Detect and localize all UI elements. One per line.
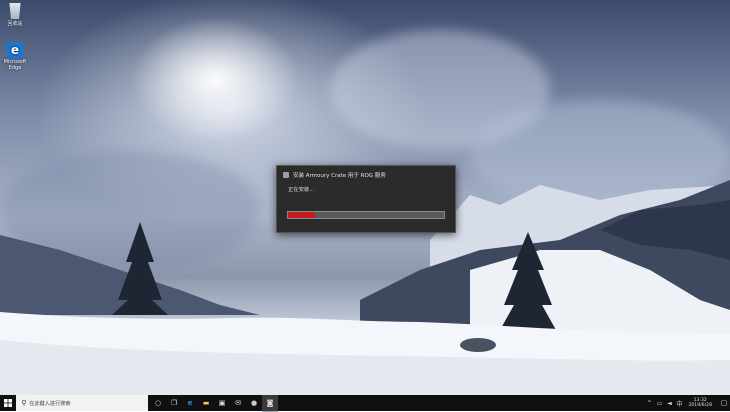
- desktop: 回收站 e Microsoft Edge 安装 Armoury Crate 用于…: [0, 0, 730, 395]
- store-bag-icon: ▣: [218, 399, 226, 407]
- search-icon: ⚲: [21, 399, 27, 407]
- start-button[interactable]: [0, 395, 16, 411]
- install-progress-fill: [288, 212, 315, 218]
- dialog-title: 安装 Armoury Crate 用于 ROG 服务: [293, 173, 386, 179]
- dialog-title-bar: 安装 Armoury Crate 用于 ROG 服务: [283, 169, 386, 181]
- mail-icon: ✉: [235, 399, 241, 407]
- cortana-button[interactable]: ○: [150, 395, 166, 411]
- taskbar-store-button[interactable]: ▣: [214, 395, 230, 411]
- taskbar-app-button[interactable]: ●: [246, 395, 262, 411]
- cortana-circle-icon: ○: [154, 399, 162, 407]
- taskbar-clock[interactable]: 13:32 2019/6/28: [688, 398, 712, 409]
- desktop-icon-label: 回收站: [7, 21, 23, 27]
- edge-icon: e: [187, 399, 193, 407]
- notification-center-icon[interactable]: ▢: [718, 395, 730, 411]
- search-placeholder: 在此键入进行搜索: [29, 400, 71, 407]
- taskbar-search-box[interactable]: ⚲ 在此键入进行搜索: [16, 395, 148, 411]
- desktop-icon-label: Microsoft Edge: [3, 59, 27, 71]
- taskbar-mail-button[interactable]: ✉: [230, 395, 246, 411]
- desktop-icon-recycle-bin[interactable]: 回收站: [0, 3, 30, 27]
- input-method-icon[interactable]: 中: [674, 395, 684, 411]
- taskbar-edge-button[interactable]: e: [182, 395, 198, 411]
- install-status-text: 正在安装...: [288, 187, 315, 193]
- desktop-icon-edge[interactable]: e Microsoft Edge: [0, 42, 30, 71]
- installer-icon: [283, 172, 289, 178]
- taskbar: ⚲ 在此键入进行搜索 ○ ❐ e ▬ ▣ ✉ ● ◙ ^ ▭ ◄ 中 13:32…: [0, 394, 730, 412]
- app-circle-icon: ●: [250, 399, 258, 407]
- recycle-bin-icon: [9, 3, 21, 19]
- edge-icon: e: [7, 42, 23, 58]
- volume-icon[interactable]: ◄: [664, 395, 674, 411]
- task-view-icon: ❐: [170, 399, 178, 407]
- show-hidden-icons-chevron-icon[interactable]: ^: [644, 395, 654, 411]
- network-icon[interactable]: ▭: [654, 395, 664, 411]
- clock-date: 2019/6/28: [688, 403, 712, 408]
- system-tray: ^ ▭ ◄ 中 13:32 2019/6/28 ▢: [644, 395, 730, 411]
- install-progress-bar: [287, 211, 445, 219]
- install-dialog: 安装 Armoury Crate 用于 ROG 服务 正在安装...: [276, 165, 456, 233]
- windows-logo-icon: [4, 399, 12, 407]
- taskbar-installer-button[interactable]: ◙: [262, 394, 278, 412]
- task-view-button[interactable]: ❐: [166, 395, 182, 411]
- taskbar-file-explorer-button[interactable]: ▬: [198, 395, 214, 411]
- folder-icon: ▬: [202, 399, 210, 407]
- installer-icon: ◙: [266, 398, 274, 407]
